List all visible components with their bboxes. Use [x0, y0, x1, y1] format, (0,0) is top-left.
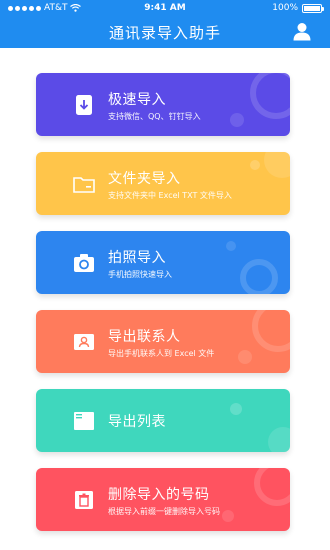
card-subtitle: 支持微信、QQ、钉钉导入 [108, 112, 201, 121]
download-phone-icon [76, 95, 92, 115]
fast-import-card[interactable]: 极速导入 支持微信、QQ、钉钉导入 [36, 73, 290, 136]
app-header: AT&T 9:41 AM 100% 通讯录导入助手 [0, 0, 330, 48]
user-profile-icon[interactable] [292, 21, 312, 41]
list-icon [74, 412, 94, 430]
battery-icon [302, 3, 324, 13]
card-subtitle: 导出手机联系人到 Excel 文件 [108, 349, 215, 358]
folder-icon [73, 177, 95, 193]
card-label: 文件夹导入 [108, 171, 181, 187]
status-bar: AT&T 9:41 AM 100% [0, 2, 330, 16]
card-subtitle: 手机拍照快速导入 [108, 270, 172, 279]
card-subtitle: 根据导入前缀一键删除导入号码 [108, 507, 220, 516]
card-label: 拍照导入 [108, 250, 166, 266]
photo-import-card[interactable]: 拍照导入 手机拍照快速导入 [36, 231, 290, 294]
delete-imported-card[interactable]: 删除导入的号码 根据导入前缀一键删除导入号码 [36, 468, 290, 531]
page-title: 通讯录导入助手 [108, 24, 221, 42]
card-label: 极速导入 [108, 92, 166, 108]
folder-import-card[interactable]: 文件夹导入 支持文件夹中 Excel TXT 文件导入 [36, 152, 290, 215]
camera-icon [74, 254, 94, 272]
card-subtitle: 支持文件夹中 Excel TXT 文件导入 [108, 191, 232, 200]
battery-percent: 100% [272, 3, 298, 13]
export-list-card[interactable]: 导出列表 [36, 389, 290, 452]
trash-icon [75, 491, 93, 509]
card-label: 删除导入的号码 [108, 487, 210, 503]
export-contacts-card[interactable]: 导出联系人 导出手机联系人到 Excel 文件 [36, 310, 290, 373]
contact-card-icon [74, 334, 94, 350]
card-label: 导出列表 [108, 414, 166, 430]
card-label: 导出联系人 [108, 329, 181, 345]
